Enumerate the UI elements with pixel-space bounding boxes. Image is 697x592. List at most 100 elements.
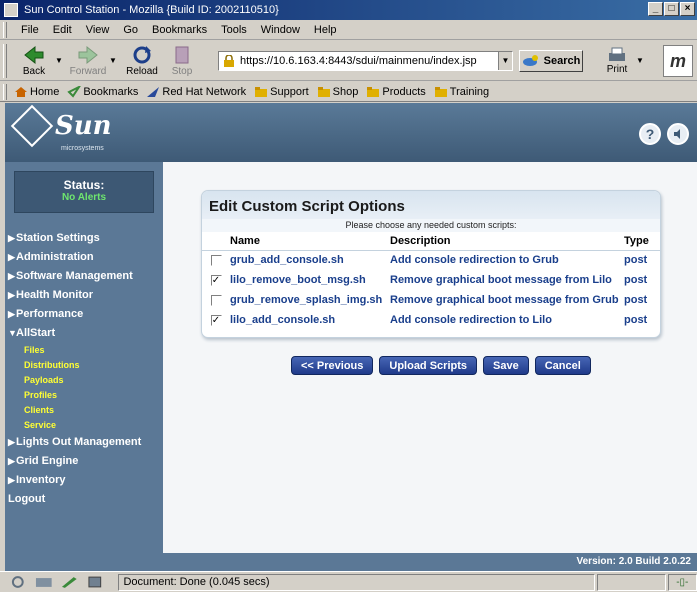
panel-title: Edit Custom Script Options bbox=[202, 191, 660, 219]
save-button[interactable]: Save bbox=[483, 356, 529, 375]
training-link[interactable]: Training bbox=[434, 86, 489, 98]
red-hat-network-icon bbox=[147, 86, 160, 97]
sidebar-subitem-payloads[interactable]: Payloads bbox=[5, 373, 163, 388]
url-dropdown-icon[interactable]: ▼ bbox=[498, 51, 512, 70]
header-banner: Sun microsystems ? bbox=[5, 103, 697, 162]
sidebar-item-administration[interactable]: ▶Administration bbox=[5, 248, 163, 267]
shop-label: Shop bbox=[332, 85, 359, 98]
sidebar-item-station-settings[interactable]: ▶Station Settings bbox=[5, 229, 163, 248]
menu-view[interactable]: View bbox=[79, 24, 117, 36]
sidebar-item-allstart[interactable]: ▼AllStart bbox=[5, 324, 163, 343]
forward-button[interactable]: Forward bbox=[68, 45, 108, 77]
sidebar-subitem-distributions[interactable]: Distributions bbox=[5, 358, 163, 373]
sidebar-subitem-clients[interactable]: Clients bbox=[5, 403, 163, 418]
close-button[interactable]: × bbox=[680, 2, 695, 16]
navigator-icon[interactable] bbox=[8, 575, 28, 589]
url-bar[interactable]: https://10.6.163.4:8443/sdui/mainmenu/in… bbox=[218, 50, 513, 71]
url-input[interactable]: https://10.6.163.4:8443/sdui/mainmenu/in… bbox=[240, 55, 498, 67]
upload-scripts-button[interactable]: Upload Scripts bbox=[379, 356, 477, 375]
menu-bar: File Edit View Go Bookmarks Tools Window… bbox=[0, 20, 697, 40]
minimize-button[interactable]: _ bbox=[648, 2, 663, 16]
web-page: Sun microsystems ? Status: No Alerts ▶St… bbox=[5, 103, 697, 571]
menu-bookmarks[interactable]: Bookmarks bbox=[145, 24, 214, 36]
bookmarks-link[interactable]: Bookmarks bbox=[67, 85, 138, 98]
menu-window[interactable]: Window bbox=[254, 24, 307, 36]
help-button[interactable]: ? bbox=[639, 123, 661, 145]
scripts-table: Name Description Type grub_add_console.s… bbox=[202, 232, 660, 330]
stop-icon bbox=[175, 46, 189, 63]
home-link[interactable]: Home bbox=[14, 86, 59, 98]
sidebar-item-lights-out-management[interactable]: ▶Lights Out Management bbox=[5, 433, 163, 452]
script-type: post bbox=[624, 274, 648, 286]
action-buttons: << Previous Upload Scripts Save Cancel bbox=[291, 356, 591, 375]
menu-file[interactable]: File bbox=[14, 24, 46, 36]
script-checkbox[interactable] bbox=[210, 254, 222, 266]
triangle-right-icon: ▶ bbox=[8, 252, 15, 262]
address-book-icon[interactable] bbox=[85, 575, 105, 589]
reload-button[interactable]: Reload bbox=[122, 45, 162, 77]
red-hat-network-label: Red Hat Network bbox=[162, 85, 247, 98]
sidebar-subitem-files[interactable]: Files bbox=[5, 343, 163, 358]
menu-edit[interactable]: Edit bbox=[46, 24, 79, 36]
menu-help[interactable]: Help bbox=[307, 24, 344, 36]
toolbar-grip[interactable] bbox=[3, 44, 7, 78]
forward-dropdown-icon[interactable]: ▼ bbox=[108, 56, 118, 65]
menu-go[interactable]: Go bbox=[116, 24, 145, 36]
maximize-button[interactable]: □ bbox=[664, 2, 679, 16]
version-footer: Version: 2.0 Build 2.0.22 bbox=[163, 553, 697, 571]
back-dropdown-icon[interactable]: ▼ bbox=[54, 56, 64, 65]
previous-button[interactable]: << Previous bbox=[291, 356, 374, 375]
products-label: Products bbox=[382, 85, 426, 98]
sidebar-item-logout[interactable]: Logout bbox=[5, 490, 163, 509]
script-checkbox[interactable]: ✓ bbox=[210, 274, 222, 286]
description-column-header: Description bbox=[390, 232, 624, 251]
triangle-right-icon: ▶ bbox=[8, 233, 15, 243]
lock-icon bbox=[224, 54, 234, 67]
sidebar-subitem-service[interactable]: Service bbox=[5, 418, 163, 433]
support-link[interactable]: Support bbox=[254, 86, 309, 98]
sound-button[interactable] bbox=[667, 123, 689, 145]
panel-instructions: Please choose any needed custom scripts: bbox=[202, 219, 660, 232]
sidebar-item-software-management[interactable]: ▶Software Management bbox=[5, 267, 163, 286]
script-type: post bbox=[624, 254, 648, 267]
search-button[interactable]: Search bbox=[519, 49, 583, 72]
script-description: Remove graphical boot message from Grub bbox=[390, 294, 619, 306]
stop-button[interactable]: Stop bbox=[162, 45, 202, 77]
search-icon bbox=[522, 54, 538, 66]
forward-label: Forward bbox=[69, 65, 107, 77]
name-column-header: Name bbox=[230, 232, 390, 251]
print-button[interactable]: Print bbox=[599, 46, 635, 75]
shop-link[interactable]: Shop bbox=[317, 85, 359, 98]
script-name: grub_add_console.sh bbox=[230, 254, 344, 267]
sidebar-item-label: Inventory bbox=[16, 474, 66, 486]
forward-arrow-icon bbox=[78, 45, 98, 64]
folder-icon bbox=[434, 86, 447, 97]
mozilla-throbber-icon[interactable]: m bbox=[663, 45, 693, 77]
toolbar-grip[interactable] bbox=[3, 84, 7, 100]
composer-icon[interactable] bbox=[59, 575, 79, 589]
status-value: No Alerts bbox=[61, 192, 107, 203]
toolbar-grip[interactable] bbox=[3, 22, 7, 38]
triangle-right-icon: ▶ bbox=[8, 271, 15, 281]
script-checkbox[interactable] bbox=[210, 294, 222, 306]
script-description: Remove graphical boot message from Lilo bbox=[390, 274, 612, 286]
script-checkbox[interactable]: ✓ bbox=[210, 314, 222, 326]
mail-icon[interactable] bbox=[34, 575, 54, 589]
sun-logo-text: Sun bbox=[55, 111, 112, 141]
cancel-button[interactable]: Cancel bbox=[534, 356, 591, 375]
home-icon bbox=[15, 86, 27, 97]
sidebar-item-health-monitor[interactable]: ▶Health Monitor bbox=[5, 286, 163, 305]
menu-tools[interactable]: Tools bbox=[214, 24, 254, 36]
select-column-header bbox=[202, 232, 230, 251]
sidebar-item-inventory[interactable]: ▶Inventory bbox=[5, 471, 163, 490]
reload-icon bbox=[133, 45, 151, 63]
sidebar-item-performance[interactable]: ▶Performance bbox=[5, 305, 163, 324]
red-hat-network-link[interactable]: Red Hat Network bbox=[146, 86, 246, 98]
online-status-icon[interactable]: -▯- bbox=[667, 573, 697, 591]
triangle-down-icon: ▼ bbox=[8, 328, 17, 338]
sidebar-subitem-profiles[interactable]: Profiles bbox=[5, 388, 163, 403]
print-dropdown-icon[interactable]: ▼ bbox=[635, 56, 645, 65]
back-button[interactable]: Back bbox=[14, 45, 54, 77]
products-link[interactable]: Products bbox=[366, 85, 426, 98]
sidebar-item-grid-engine[interactable]: ▶Grid Engine bbox=[5, 452, 163, 471]
